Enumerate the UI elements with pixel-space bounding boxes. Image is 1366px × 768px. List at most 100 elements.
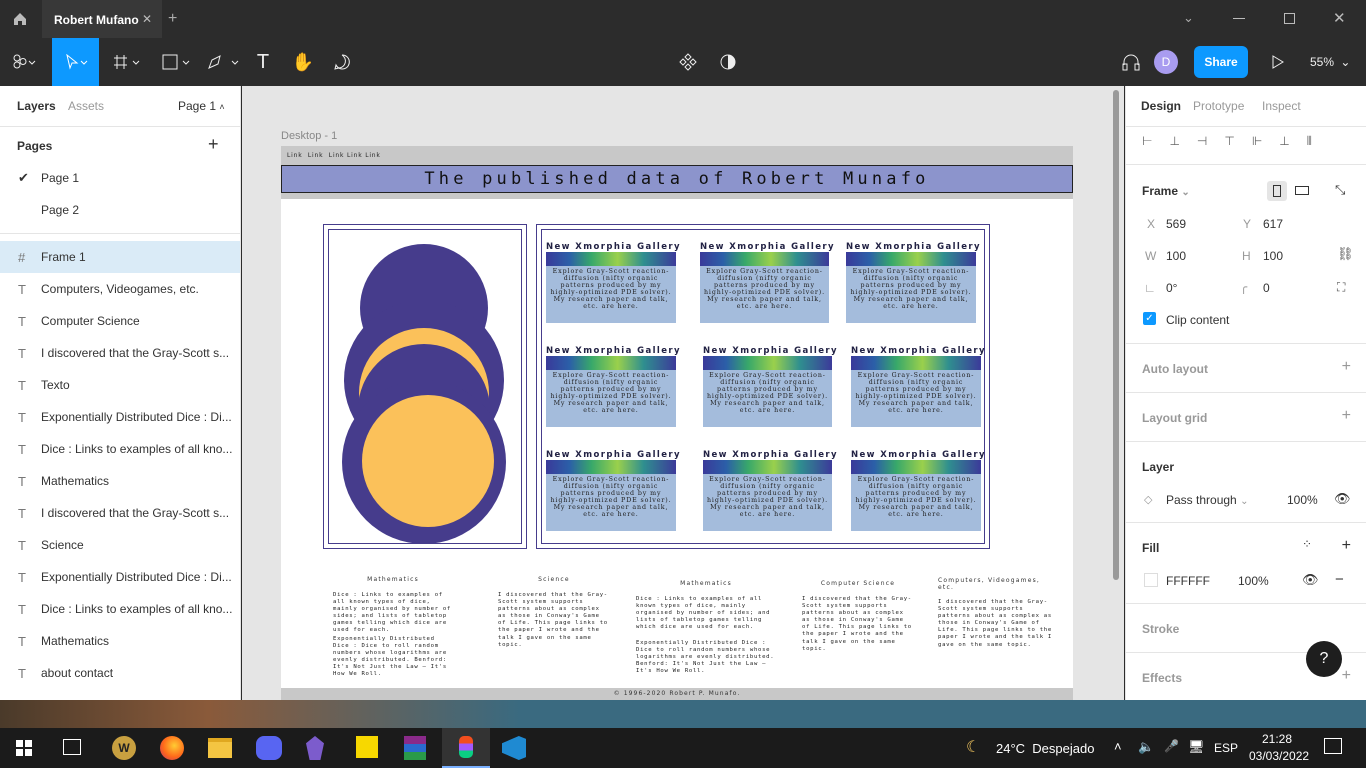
frame-tool-icon[interactable] <box>108 38 148 86</box>
move-tool-icon[interactable] <box>52 38 99 86</box>
constrain-proportions-icon[interactable]: ⛓ <box>1337 246 1354 262</box>
figma-app-active[interactable] <box>442 728 490 768</box>
layer-row[interactable]: T Dice : Links to examples of all kno... <box>0 433 240 465</box>
discord-app-icon[interactable] <box>256 736 282 760</box>
contrast-icon[interactable] <box>708 38 748 86</box>
layer-row[interactable]: T Computer Science <box>0 305 240 337</box>
gallery-card[interactable]: New Xmorphia Gallery Explore Gray-Scott r… <box>703 450 837 531</box>
clock-time[interactable]: 21:28 <box>1262 732 1292 746</box>
frame-dropdown[interactable]: Frame ⌄ <box>1142 184 1190 198</box>
gallery-card[interactable]: New Xmorphia Gallery Explore Gray-Scott r… <box>546 450 680 531</box>
fill-swatch[interactable] <box>1144 573 1158 587</box>
notifications-icon[interactable] <box>1324 738 1342 754</box>
close-tab-icon[interactable]: ✕ <box>142 12 152 26</box>
tab-inspect[interactable]: Inspect <box>1262 99 1301 113</box>
gallery-card[interactable]: New Xmorphia Gallery Explore Gray-Scott r… <box>703 346 837 427</box>
present-icon[interactable] <box>1258 38 1298 86</box>
home-icon[interactable] <box>12 11 28 27</box>
layer-row[interactable]: T Mathematics <box>0 625 240 657</box>
fill-hex-input[interactable]: FFFFFF <box>1166 574 1210 588</box>
tab-design[interactable]: Design <box>1141 99 1181 113</box>
align-tools[interactable]: ⊢⊥⊣⊤⊩⊥⫴ <box>1142 134 1362 150</box>
gallery-card[interactable]: New Xmorphia Gallery Explore Gray-Scott r… <box>851 346 985 427</box>
page-item-2[interactable]: Page 2 <box>0 194 240 226</box>
tab-prototype[interactable]: Prototype <box>1193 99 1244 113</box>
vertical-scrollbar[interactable] <box>1113 90 1119 580</box>
layer-row[interactable]: T Exponentially Distributed Dice : Di... <box>0 401 240 433</box>
volume-icon[interactable]: 🔈 <box>1138 739 1154 755</box>
add-auto-layout-icon[interactable]: + <box>1342 358 1351 376</box>
add-layout-grid-icon[interactable]: + <box>1342 407 1351 425</box>
fill-opacity-input[interactable]: 100% <box>1238 574 1269 588</box>
layer-row[interactable]: T I discovered that the Gray-Scott s... <box>0 497 240 529</box>
sticky-notes-app-icon[interactable] <box>356 736 378 758</box>
obsidian-app-icon[interactable] <box>306 736 324 760</box>
add-page-icon[interactable]: + <box>208 134 219 155</box>
w-input[interactable]: 100 <box>1166 249 1186 263</box>
layer-row[interactable]: T Mathematics <box>0 465 240 497</box>
corner-radius-input[interactable]: 0 <box>1263 281 1270 295</box>
canvas[interactable]: Desktop - 1 Link Link Link Link Link The… <box>242 86 1124 700</box>
weather-text[interactable]: 24°C Despejado <box>996 741 1094 756</box>
zoom-level[interactable]: 55% ⌄ <box>1310 55 1350 69</box>
eye-icon[interactable]: 👁 <box>1334 491 1351 507</box>
microphone-icon[interactable]: 🎤 <box>1164 739 1179 753</box>
comment-tool-icon[interactable] <box>322 38 362 86</box>
close-window-icon[interactable]: ✕ <box>1333 9 1346 27</box>
rotation-input[interactable]: 0° <box>1166 281 1177 295</box>
landscape-icon[interactable] <box>1295 186 1309 195</box>
layer-row[interactable]: T Texto <box>0 369 240 401</box>
firefox-app-icon[interactable] <box>160 736 184 760</box>
clock-date[interactable]: 03/03/2022 <box>1249 749 1309 763</box>
maximize-icon[interactable] <box>1284 13 1295 24</box>
layer-row[interactable]: T Dice : Links to examples of all kno... <box>0 593 240 625</box>
add-effect-icon[interactable]: + <box>1342 667 1351 685</box>
network-icon[interactable]: 🖥 <box>1188 739 1205 755</box>
layer-frame[interactable]: # Frame 1 <box>0 241 240 273</box>
wow-app-icon[interactable]: W <box>112 736 136 760</box>
nav-links[interactable]: Link Link Link Link Link <box>287 152 381 159</box>
x-input[interactable]: 569 <box>1166 217 1186 231</box>
frame-label[interactable]: Desktop - 1 <box>281 130 337 142</box>
text-tool-icon[interactable]: T <box>243 38 283 86</box>
gallery-card[interactable]: New Xmorphia Gallery Explore Gray-Scott r… <box>546 346 680 427</box>
share-button[interactable]: Share <box>1194 46 1248 78</box>
layer-row[interactable]: T Exponentially Distributed Dice : Di... <box>0 561 240 593</box>
shape-tool-icon[interactable] <box>156 38 196 86</box>
portrait-icon[interactable] <box>1267 181 1287 201</box>
eye-icon[interactable]: 👁 <box>1302 572 1319 588</box>
chevron-down-icon[interactable]: ⌄ <box>1183 10 1194 26</box>
gallery-card[interactable]: New Xmorphia Gallery Explore Gray-Scott r… <box>846 242 980 323</box>
page-item-1[interactable]: ✔ Page 1 <box>0 162 240 194</box>
avatar[interactable]: D <box>1154 50 1178 74</box>
language-indicator[interactable]: ESP <box>1214 741 1238 755</box>
gallery-card[interactable]: New Xmorphia Gallery Explore Gray-Scott r… <box>546 242 680 323</box>
add-fill-icon[interactable]: + <box>1342 537 1351 555</box>
page-selector[interactable]: Page 1 ˄ <box>178 99 225 113</box>
main-menu-icon[interactable] <box>4 38 44 86</box>
headphones-icon[interactable] <box>1111 38 1151 86</box>
tab-layers[interactable]: Layers <box>17 99 56 113</box>
tab-assets[interactable]: Assets <box>68 99 104 113</box>
layer-opacity-input[interactable]: 100% <box>1287 493 1318 507</box>
file-explorer-app-icon[interactable] <box>208 738 232 758</box>
h-input[interactable]: 100 <box>1263 249 1283 263</box>
gallery-card[interactable]: New Xmorphia Gallery Explore Gray-Scott r… <box>700 242 834 323</box>
chevron-up-icon[interactable]: ˄ <box>1114 739 1122 754</box>
pen-tool-icon[interactable] <box>202 38 242 86</box>
layer-row[interactable]: T Science <box>0 529 240 561</box>
layer-row[interactable]: Tabout contact <box>0 657 240 689</box>
help-button[interactable]: ? <box>1306 641 1342 677</box>
remove-fill-icon[interactable]: − <box>1335 571 1344 588</box>
y-input[interactable]: 617 <box>1263 217 1283 231</box>
layer-row[interactable]: T Computers, Videogames, etc. <box>0 273 240 305</box>
components-icon[interactable] <box>668 38 708 86</box>
windows-start-icon[interactable] <box>16 740 32 756</box>
weather-icon[interactable]: ☾ <box>966 737 980 757</box>
hand-tool-icon[interactable]: ✋ <box>283 38 323 86</box>
gallery-card[interactable]: New Xmorphia Gallery Explore Gray-Scott r… <box>851 450 985 531</box>
minimize-icon[interactable] <box>1233 18 1245 19</box>
vscode-app-icon[interactable] <box>502 736 526 760</box>
independent-corners-icon[interactable]: ⛶ <box>1337 280 1345 295</box>
resize-to-fit-icon[interactable]: ⤡ <box>1335 182 1345 198</box>
